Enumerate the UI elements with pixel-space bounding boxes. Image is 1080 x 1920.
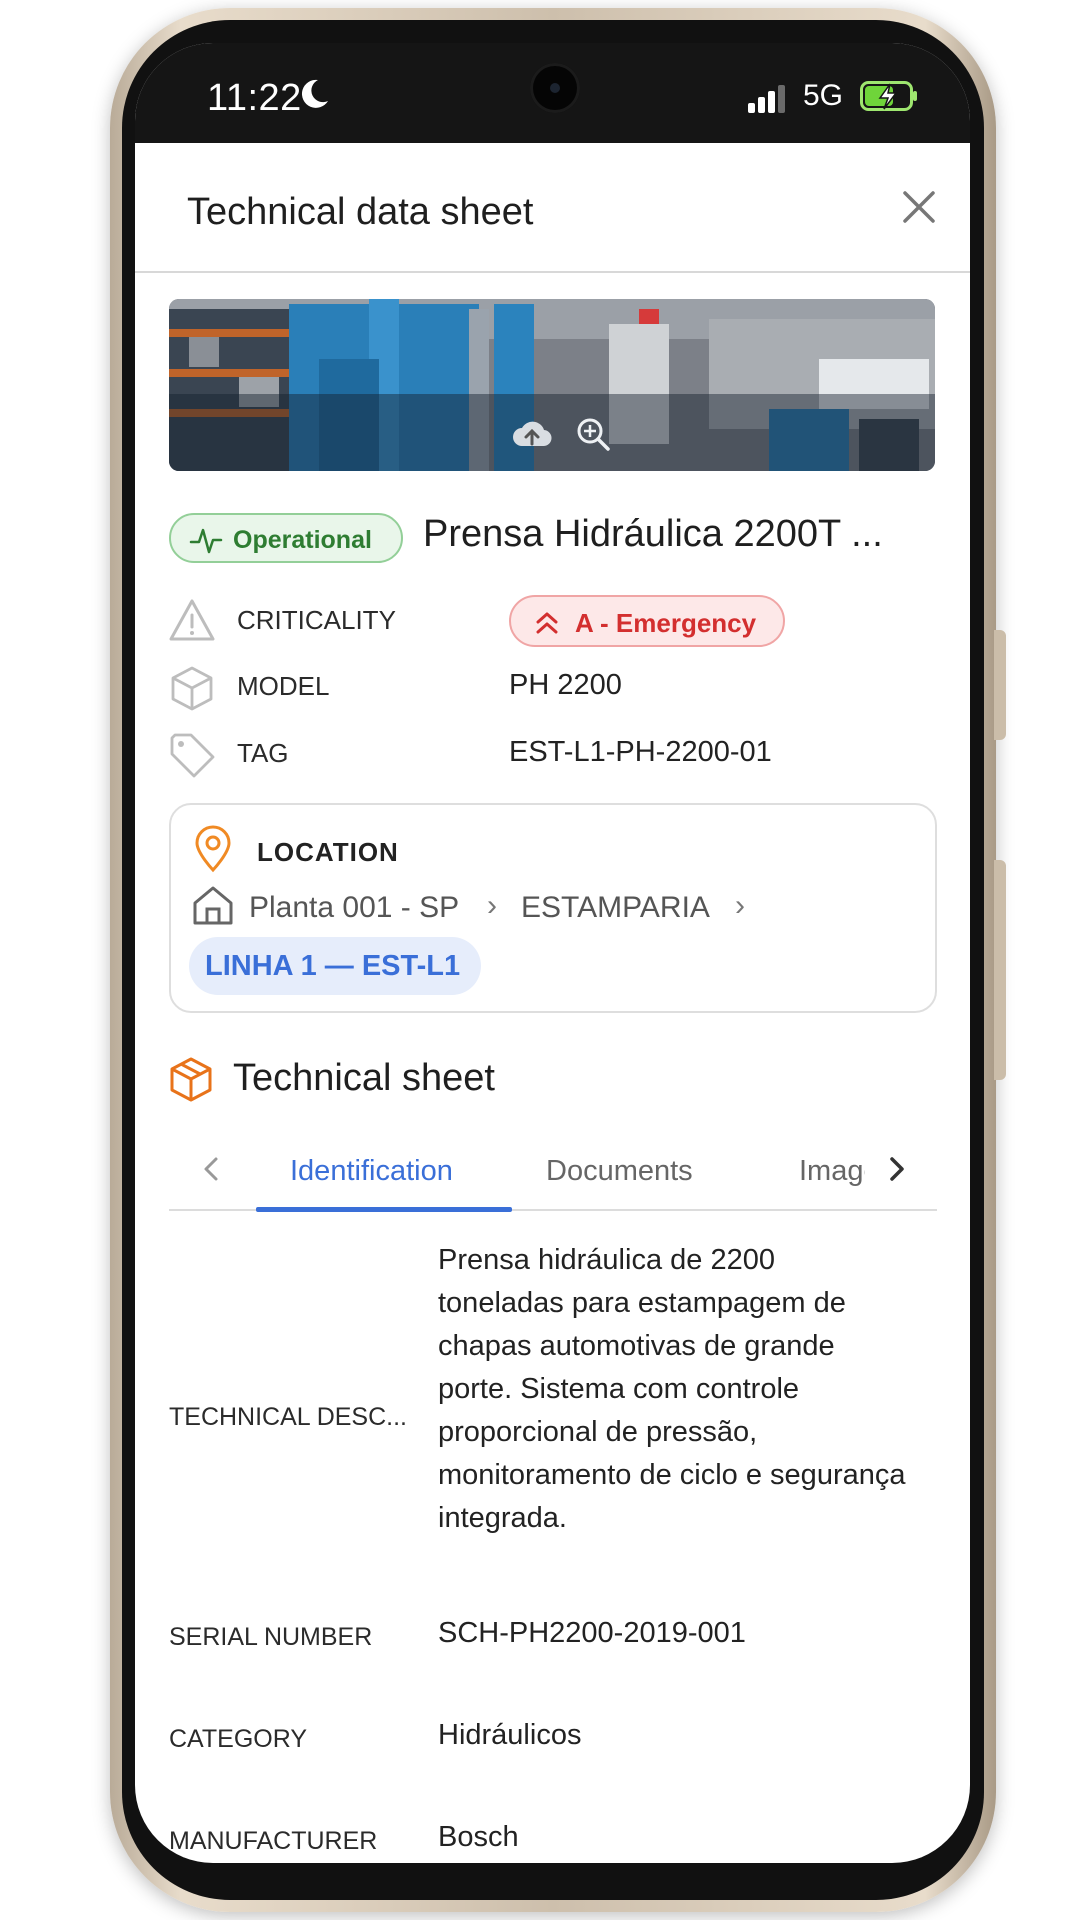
line-chip-label: LINHA 1 — EST-L1 <box>205 950 461 982</box>
tab-documents[interactable]: Documents <box>546 1155 693 1188</box>
front-camera <box>530 63 580 113</box>
tag-icon <box>170 733 215 778</box>
section-title: Technical sheet <box>233 1057 495 1099</box>
tag-label: TAG <box>237 738 289 768</box>
cloud-upload-icon[interactable] <box>512 416 552 452</box>
clock: 11:22 <box>207 77 302 119</box>
detail-value: Hidráulicos <box>438 1719 582 1751</box>
breadcrumb-plant[interactable]: Planta 001 - SP <box>249 891 459 925</box>
model-label: MODEL <box>237 671 330 701</box>
tab-images[interactable]: Images <box>799 1155 865 1188</box>
page-title: Technical data sheet <box>187 191 534 233</box>
asset-photo[interactable] <box>169 299 935 471</box>
tab-images-clip: Images <box>799 1155 865 1188</box>
chevrons-up-icon <box>536 612 558 634</box>
volume-button <box>994 630 1006 740</box>
asset-name: Prensa Hidráulica 2200T ... <box>423 513 883 555</box>
location-title: LOCATION <box>257 837 399 867</box>
moon-icon <box>301 79 328 108</box>
active-tab-indicator <box>256 1207 512 1212</box>
tag-value: EST-L1-PH-2200-01 <box>509 736 772 768</box>
model-value: PH 2200 <box>509 669 622 701</box>
zoom-in-icon[interactable] <box>574 416 614 452</box>
criticality-value: A - Emergency <box>575 608 757 638</box>
criticality-badge: A - Emergency <box>509 595 785 647</box>
home-icon <box>193 886 233 925</box>
detail-label: CATEGORY <box>169 1725 307 1753</box>
detail-value: Prensa hidráulica de 2200 toneladas para… <box>438 1244 906 1534</box>
breadcrumb-separator: › <box>735 889 745 922</box>
status-bar: 11:22 5G <box>135 43 970 143</box>
detail-label: MANUFACTURER <box>169 1827 378 1855</box>
detail-value: SCH-PH2200-2019-001 <box>438 1617 746 1649</box>
battery-charging-icon <box>860 81 917 111</box>
power-button <box>994 860 1006 1080</box>
breadcrumb-area[interactable]: ESTAMPARIA <box>521 891 710 925</box>
close-icon[interactable] <box>895 183 943 231</box>
tab-identification[interactable]: Identification <box>290 1155 453 1188</box>
detail-label: SERIAL NUMBER <box>169 1623 373 1651</box>
line-chip[interactable]: LINHA 1 — EST-L1 <box>189 937 481 995</box>
detail-value: Bosch <box>438 1821 519 1853</box>
detail-label: TECHNICAL DESC... <box>169 1403 408 1431</box>
screen: 11:22 5G Technical data sheet Operationa… <box>135 43 970 1863</box>
package-icon <box>170 1057 212 1102</box>
map-pin-icon <box>195 825 231 873</box>
criticality-label: CRITICALITY <box>237 605 396 635</box>
status-label: Operational <box>233 526 372 554</box>
status-badge: Operational <box>169 513 403 563</box>
location-card: LOCATION Planta 001 - SP › ESTAMPARIA › … <box>169 803 937 1013</box>
breadcrumb-separator: › <box>487 889 497 922</box>
sheet-header: Technical data sheet <box>135 143 970 273</box>
signal-icon <box>748 85 785 113</box>
tab-bar: Identification Documents Images <box>169 1135 937 1212</box>
network-type: 5G <box>803 79 844 112</box>
activity-icon <box>189 528 223 554</box>
chevron-left-icon[interactable] <box>197 1151 227 1187</box>
photo-actions-overlay <box>169 394 935 471</box>
cube-icon <box>171 666 213 711</box>
chevron-right-icon[interactable] <box>881 1151 911 1187</box>
warning-icon <box>169 599 215 641</box>
